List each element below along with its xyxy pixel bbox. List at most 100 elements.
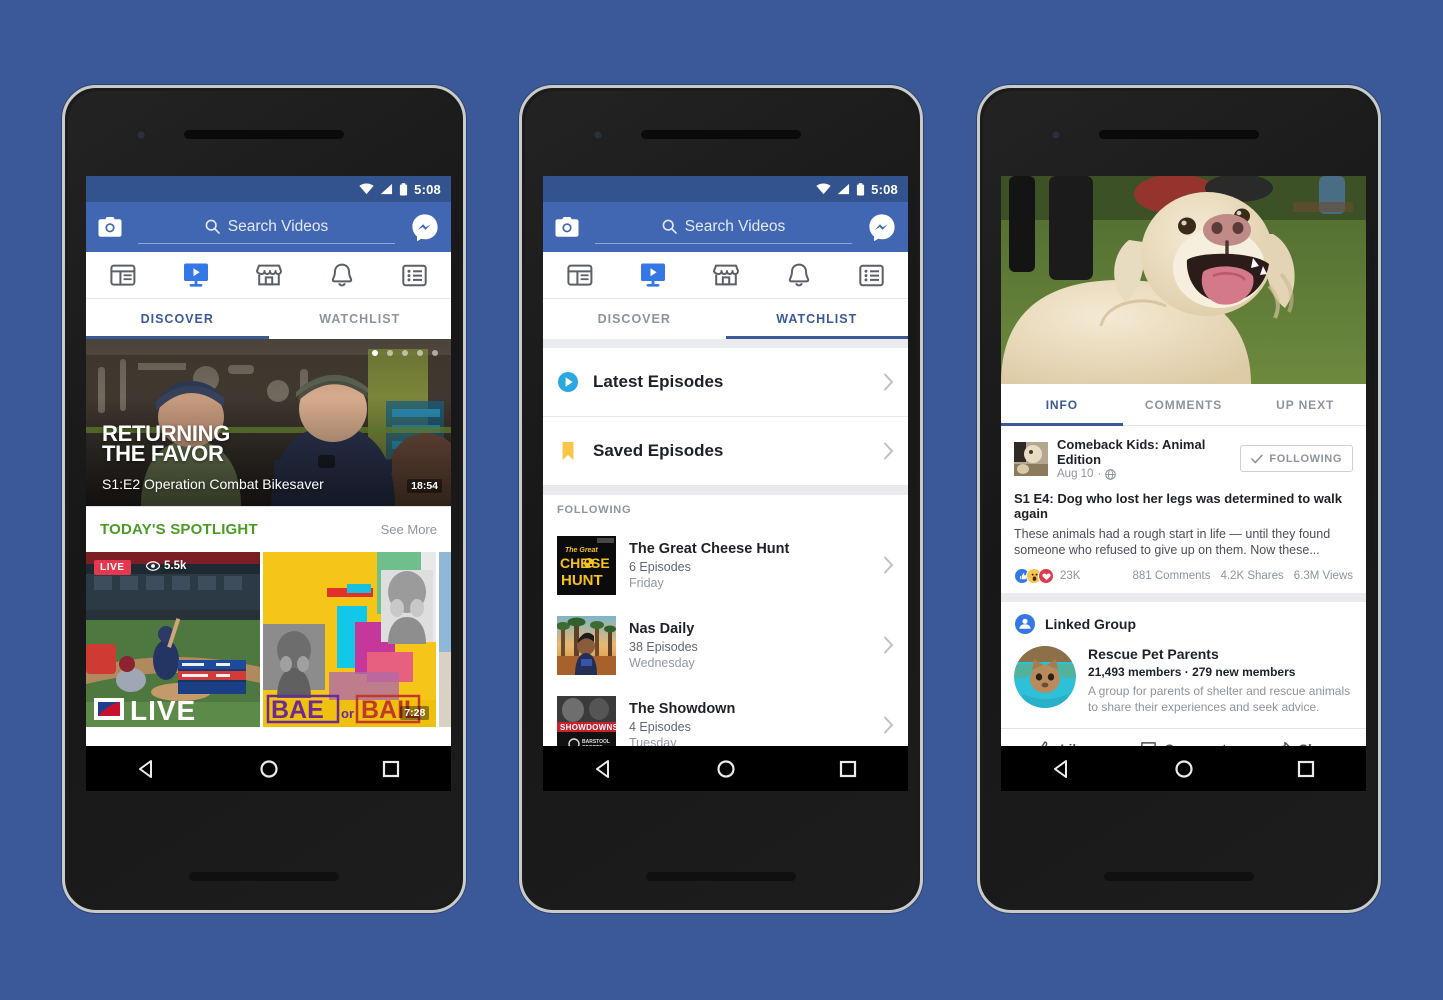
tab-up-next[interactable]: UP NEXT (1244, 384, 1366, 425)
carousel-dot-5[interactable] (432, 350, 438, 356)
group-meta: Rescue Pet Parents 21,493 members · 279 … (1088, 646, 1353, 715)
viewer-count: 5.5k (146, 560, 186, 572)
comment-count[interactable]: 881 Comments (1132, 570, 1210, 582)
post-body: These animals had a rough start in life … (1014, 527, 1331, 557)
carousel-dot-4[interactable] (417, 350, 423, 356)
main-tab-strip (543, 252, 908, 299)
post-action-bar: Like Comment Share (1001, 728, 1366, 746)
tab-video[interactable] (616, 262, 689, 288)
like-button[interactable]: Like (1001, 729, 1123, 746)
list-item[interactable]: Nas Daily 38 Episodes Wednesday (543, 605, 908, 685)
share-button[interactable]: Share (1244, 729, 1366, 746)
tab-marketplace[interactable] (689, 263, 762, 287)
camera-icon[interactable] (555, 216, 579, 238)
subtab-discover[interactable]: DISCOVER (86, 299, 269, 339)
messenger-icon[interactable] (411, 213, 439, 241)
show-name: Nas Daily (629, 620, 695, 637)
carousel-dot-1[interactable] (372, 350, 378, 356)
spotlight-card-peek[interactable] (439, 552, 451, 727)
recents-square-icon[interactable] (1297, 760, 1315, 778)
hero-video-card[interactable]: RETURNING THE FAVOR S1:E2 Operation Comb… (86, 339, 451, 506)
video-player[interactable] (1001, 176, 1366, 384)
share-count[interactable]: 4.2K Shares (1220, 570, 1283, 582)
bae-duration-badge: 7:28 (400, 706, 430, 720)
row-latest-episodes[interactable]: Latest Episodes (543, 348, 908, 417)
earpiece-speaker (1099, 130, 1259, 139)
cellular-signal-icon (380, 183, 393, 195)
following-button[interactable]: FOLLOWING (1240, 445, 1353, 472)
spotlight-header: TODAY'S SPOTLIGHT See More (86, 506, 451, 552)
spotlight-see-more[interactable]: See More (381, 522, 437, 537)
page-name[interactable]: Comeback Kids: Animal Edition (1057, 437, 1231, 467)
news-feed-icon (109, 264, 135, 286)
android-status-bar: 5:08 (543, 176, 908, 202)
tab-notifications[interactable] (762, 263, 835, 288)
phone-body: INFO COMMENTS UP NEXT Comeback Kids: Ani… (983, 91, 1375, 907)
tab-news-feed[interactable] (543, 263, 616, 287)
back-triangle-icon[interactable] (1052, 759, 1072, 779)
list-item[interactable]: The Great CHE SE HUNT The Great Cheese H… (543, 525, 908, 605)
back-triangle-icon[interactable] (594, 759, 614, 779)
linked-group-card[interactable]: Rescue Pet Parents 21,493 members · 279 … (1001, 641, 1366, 728)
following-label: FOLLOWING (1269, 452, 1342, 465)
back-triangle-icon[interactable] (137, 759, 157, 779)
tab-menu[interactable] (378, 264, 451, 287)
carousel-dot-2[interactable] (387, 350, 393, 356)
camera-icon[interactable] (98, 216, 122, 238)
reaction-summary[interactable]: 23K (1014, 568, 1080, 584)
subtab-discover[interactable]: DISCOVER (543, 299, 726, 339)
tab-notifications[interactable] (305, 263, 378, 288)
status-clock: 5:08 (414, 181, 441, 197)
search-input[interactable]: Search Videos (595, 210, 852, 244)
search-placeholder: Search Videos (227, 217, 329, 235)
android-nav-bar (1001, 746, 1366, 791)
phone-body: 5:08 Search Videos (525, 91, 917, 907)
eye-icon (146, 561, 160, 571)
recents-square-icon[interactable] (839, 760, 857, 778)
chevron-right-icon (884, 373, 894, 391)
list-item[interactable]: SHOWDOWNS BARSTOOL SPORTS The Showdown 4… (543, 685, 908, 746)
screen-discover: 5:08 Search Videos DISCOVER WATCHLIST RE… (86, 176, 451, 746)
comment-button[interactable]: Comment (1123, 729, 1245, 746)
tab-marketplace[interactable] (232, 263, 305, 287)
tab-news-feed[interactable] (86, 263, 159, 287)
home-circle-icon[interactable] (716, 759, 736, 779)
spotlight-card-bae-or-bail[interactable]: BAE or BAIL 7:28 (262, 552, 437, 727)
hero-subtitle: S1:E2 Operation Combat Bikesaver (102, 476, 324, 492)
group-avatar[interactable] (1014, 646, 1076, 708)
carousel-dot-3[interactable] (402, 350, 408, 356)
home-circle-icon[interactable] (259, 759, 279, 779)
menu-icon (859, 264, 884, 286)
svg-text:SHOWDOWNS: SHOWDOWNS (560, 723, 616, 732)
tab-comments[interactable]: COMMENTS (1123, 384, 1245, 425)
subtab-discover-label: DISCOVER (140, 312, 214, 326)
post-date-separator: · (1097, 468, 1102, 480)
avatar[interactable] (1014, 441, 1048, 476)
messenger-icon[interactable] (868, 213, 896, 241)
menu-icon (402, 264, 427, 286)
check-icon (1251, 454, 1264, 463)
group-description: A group for parents of shelter and rescu… (1088, 684, 1351, 714)
carousel-dots[interactable] (372, 350, 438, 356)
row-saved-episodes[interactable]: Saved Episodes (543, 417, 908, 486)
notifications-icon (788, 263, 809, 286)
tab-info[interactable]: INFO (1001, 384, 1123, 426)
screen-watchlist: 5:08 Search Videos DISCOVER WATCHLIST La… (543, 176, 908, 746)
subtab-watchlist[interactable]: WATCHLIST (269, 299, 452, 339)
subtab-watchlist[interactable]: WATCHLIST (725, 299, 909, 339)
love-reaction-icon (1038, 568, 1054, 584)
recents-square-icon[interactable] (382, 760, 400, 778)
home-circle-icon[interactable] (1174, 759, 1194, 779)
wifi-icon (359, 183, 374, 195)
screenshot-stage: 5:08 Search Videos DISCOVER WATCHLIST RE… (0, 0, 1443, 1000)
post-title: S1 E4: Dog who lost her legs was determi… (1014, 491, 1342, 521)
tab-comments-label: COMMENTS (1144, 397, 1223, 412)
tab-video[interactable] (159, 262, 232, 288)
show-airing-day: Friday (629, 575, 664, 590)
search-icon (205, 219, 220, 234)
tab-menu[interactable] (835, 264, 908, 287)
search-input[interactable]: Search Videos (138, 210, 395, 244)
spotlight-card-live[interactable]: LIVE LIVE 5.5k (86, 552, 260, 727)
cheese-hunt-thumbnail-image: The Great CHE SE HUNT (557, 535, 616, 595)
post-date-row: Aug 10 · (1057, 468, 1231, 480)
